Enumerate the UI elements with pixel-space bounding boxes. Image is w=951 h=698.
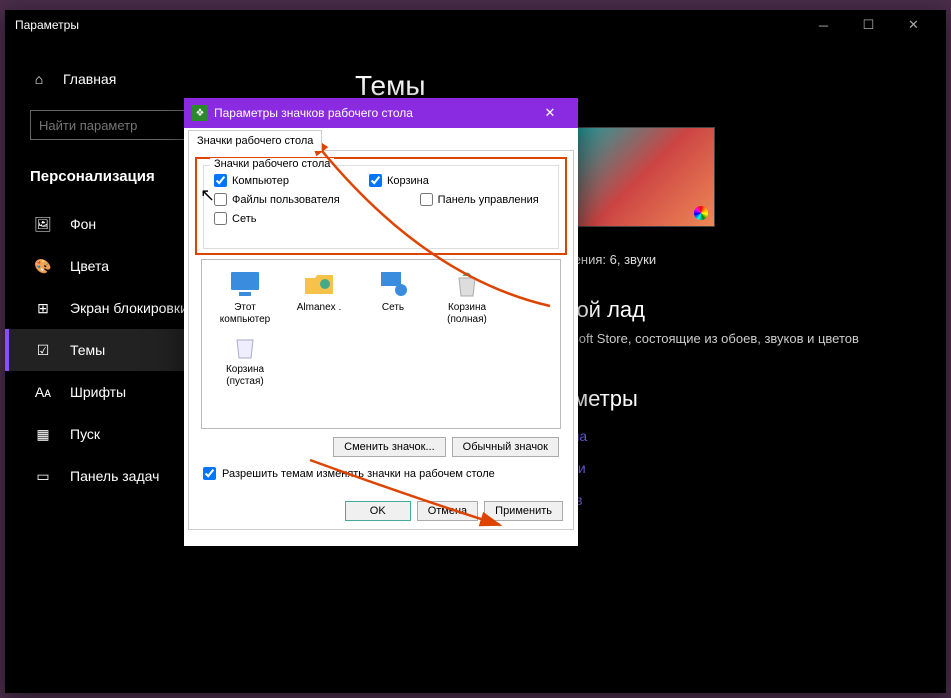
dialog-body: Значки рабочего стола Компьютер Корзина … (188, 150, 574, 530)
allow-themes-checkbox[interactable]: Разрешить темам изменять значки на рабоч… (203, 467, 495, 480)
icon-label: Корзина (полная) (447, 302, 487, 325)
close-button[interactable]: ✕ (891, 10, 936, 40)
icon-item-bin-full[interactable]: Корзина (полная) (432, 268, 502, 326)
icon-item-bin-empty[interactable]: Корзина (пустая) (210, 330, 280, 388)
checkbox-label: Панель управления (438, 194, 539, 206)
icon-label: Корзина (пустая) (226, 364, 264, 387)
minimize-button[interactable]: ─ (801, 10, 846, 40)
theme-icon: ☑ (34, 341, 52, 359)
group-legend: Значки рабочего стола (210, 158, 334, 170)
theme-thumbnail[interactable] (565, 127, 715, 227)
sidebar-item-label: Фон (70, 216, 96, 232)
window-controls: ─ ☐ ✕ (801, 10, 936, 40)
checkbox-control-input[interactable] (420, 193, 433, 206)
folder-icon (303, 268, 335, 300)
allow-themes-label: Разрешить темам изменять значки на рабоч… (222, 468, 495, 480)
checkbox-label: Сеть (232, 213, 256, 225)
dialog-tab[interactable]: Значки рабочего стола (188, 130, 322, 151)
sidebar-item-label: Панель задач (70, 468, 159, 484)
font-icon: Aᴀ (34, 383, 52, 401)
apply-button[interactable]: Применить (484, 501, 563, 521)
checkbox-network-input[interactable] (214, 212, 227, 225)
computer-icon (229, 268, 261, 300)
checkbox-network[interactable]: Сеть (214, 212, 256, 225)
home-label: Главная (63, 71, 116, 87)
sidebar-item-label: Цвета (70, 258, 109, 274)
checkbox-label: Файлы пользователя (232, 194, 340, 206)
dialog-buttons: OK Отмена Применить (345, 501, 563, 521)
maximize-button[interactable]: ☐ (846, 10, 891, 40)
sidebar-item-label: Темы (70, 342, 105, 358)
default-icon-button[interactable]: Обычный значок (452, 437, 559, 457)
recycle-bin-empty-icon (229, 330, 261, 362)
checkbox-label: Компьютер (232, 175, 289, 187)
dialog-title: Параметры значков рабочего стола (214, 106, 413, 120)
taskbar-icon: ▭ (34, 467, 52, 485)
palette-icon: 🎨 (34, 257, 52, 275)
dialog-icon: ❖ (192, 105, 208, 121)
checkbox-computer[interactable]: Компьютер (214, 174, 289, 187)
ok-button[interactable]: OK (345, 501, 411, 521)
sidebar-item-label: Пуск (70, 426, 100, 442)
icon-buttons: Сменить значок... Обычный значок (333, 437, 559, 457)
checkbox-control[interactable]: Панель управления (420, 193, 539, 206)
dialog-close-button[interactable]: ✕ (530, 105, 570, 121)
theme-meta: жения: 6, звуки (565, 252, 926, 267)
icon-label: Сеть (382, 302, 404, 313)
picture-icon: 🖼 (34, 215, 52, 233)
desktop-icons-dialog: ❖ Параметры значков рабочего стола ✕ Зна… (184, 98, 578, 546)
store-text: osoft Store, состоящие из обоев, звуков … (565, 331, 926, 346)
change-icon-button[interactable]: Сменить значок... (333, 437, 446, 457)
icon-preview-area: Этот компьютер Almanex . Сеть Корзина (п… (201, 259, 561, 429)
titlebar: Параметры ─ ☐ ✕ (5, 10, 946, 40)
icon-item-this-pc[interactable]: Этот компьютер (210, 268, 280, 326)
cancel-button[interactable]: Отмена (417, 501, 478, 521)
subheading-customize: вой лад (565, 297, 926, 323)
checkbox-recycle-input[interactable] (369, 174, 382, 187)
home-icon: ⌂ (30, 70, 48, 88)
icons-group: Значки рабочего стола Компьютер Корзина … (203, 165, 559, 249)
recycle-bin-full-icon (451, 268, 483, 300)
checkbox-userfiles-input[interactable] (214, 193, 227, 206)
checkbox-userfiles[interactable]: Файлы пользователя (214, 193, 340, 206)
icon-label: Этот компьютер (220, 302, 270, 325)
network-icon (377, 268, 409, 300)
start-icon: ▦ (34, 425, 52, 443)
checkbox-label: Корзина (387, 175, 429, 187)
window-title: Параметры (15, 18, 79, 32)
allow-themes-input[interactable] (203, 467, 216, 480)
sidebar-item-label: Шрифты (70, 384, 126, 400)
sidebar-item-label: Экран блокировки (70, 300, 188, 316)
icon-label: Almanex . (297, 302, 341, 313)
icon-item-user[interactable]: Almanex . (284, 268, 354, 326)
checkbox-recycle[interactable]: Корзина (369, 174, 429, 187)
home-link[interactable]: ⌂ Главная (5, 60, 335, 98)
icon-item-network[interactable]: Сеть (358, 268, 428, 326)
lock-icon: ⊞ (34, 299, 52, 317)
checkbox-computer-input[interactable] (214, 174, 227, 187)
dialog-titlebar: ❖ Параметры значков рабочего стола ✕ (184, 98, 578, 128)
